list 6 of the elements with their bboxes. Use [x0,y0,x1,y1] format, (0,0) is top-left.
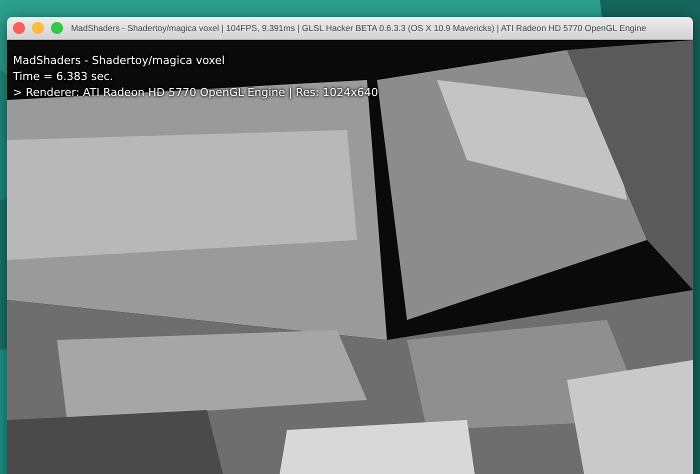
window-control-button[interactable] [32,22,44,34]
overlay-text: Time = 6.383 sec. [13,70,114,83]
overlay-text: MadShaders - Shadertoy/magica voxel [13,54,225,67]
window-control-button[interactable] [13,22,25,34]
window-control-button[interactable] [51,22,63,34]
window-title: MadShaders - Shadertoy/magica voxel | 104FPS, 9.391ms | GLSL Hacker BETA 0.6.3.3 (OS X 10.9 Mavericks) | ATI Radeon HD 5770 OpenGL Engine [71,23,646,33]
